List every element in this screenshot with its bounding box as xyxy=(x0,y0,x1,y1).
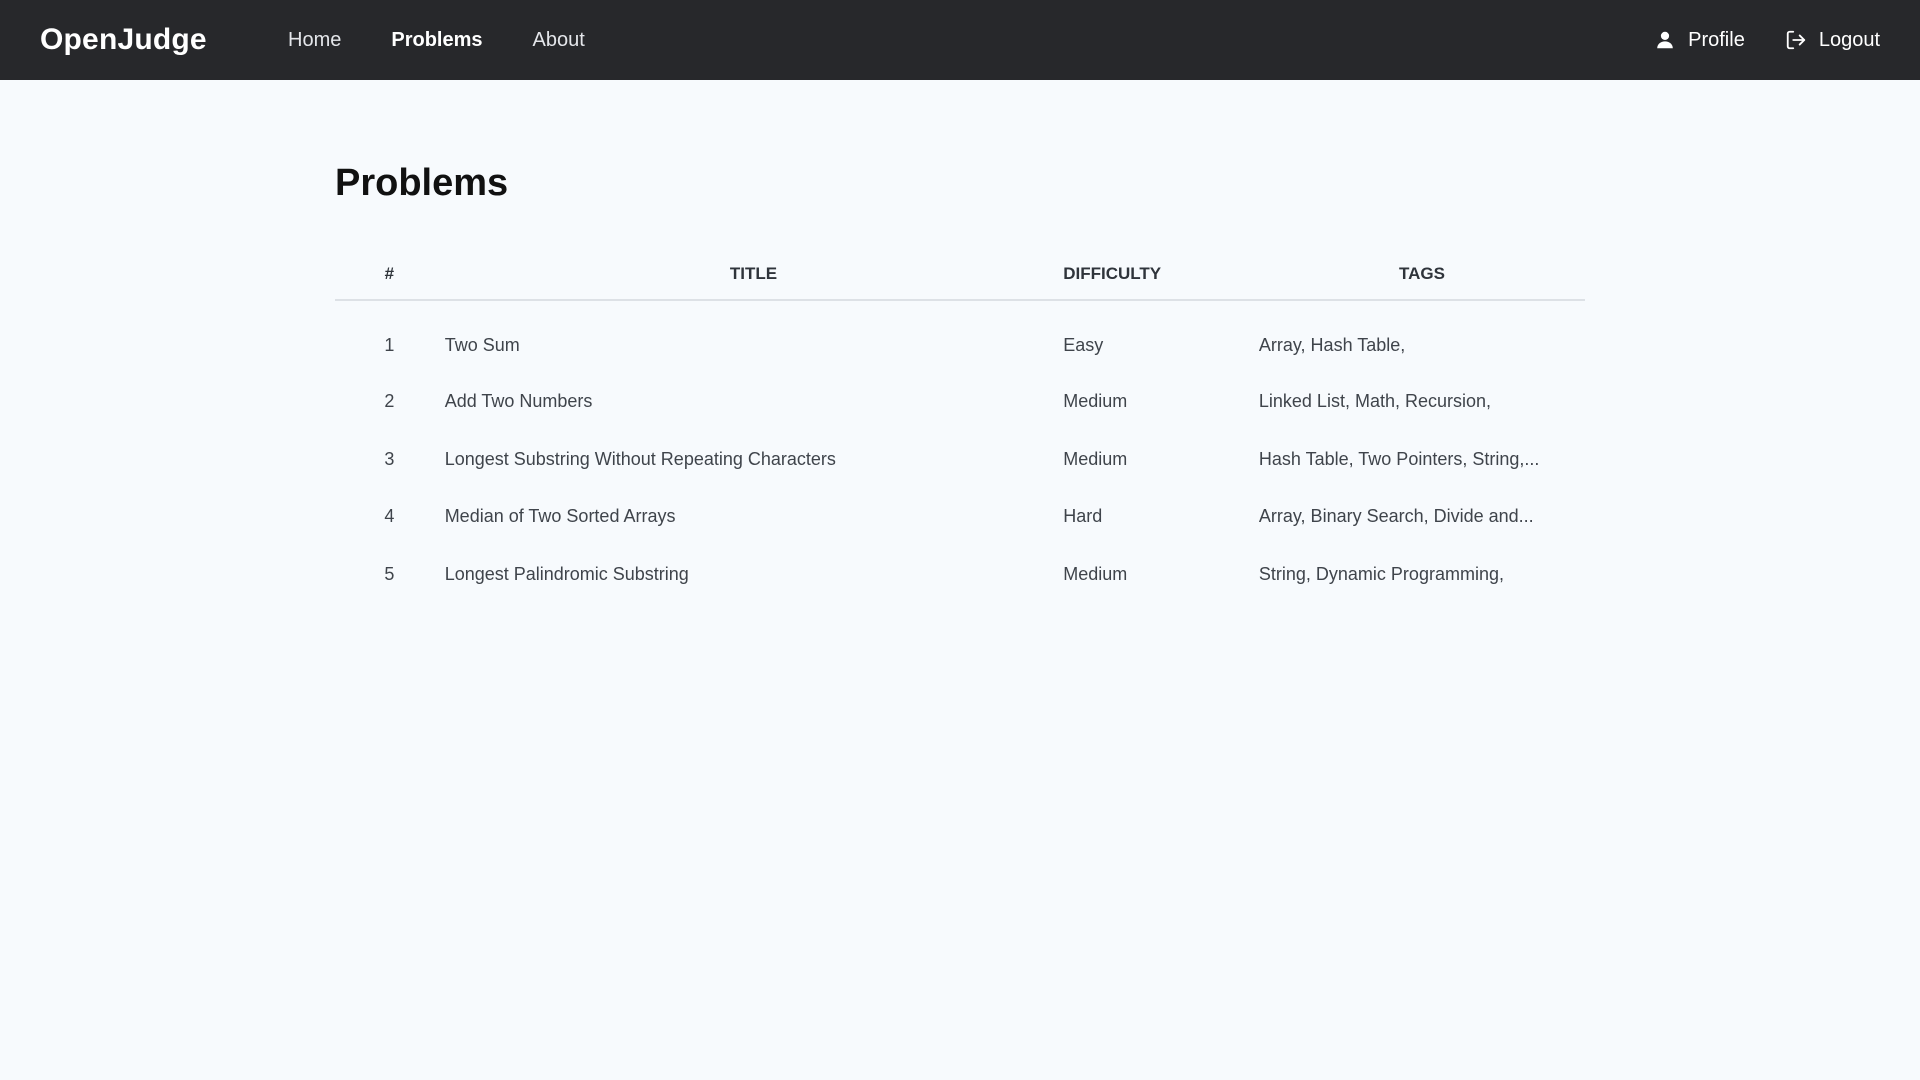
profile-button[interactable]: Profile xyxy=(1654,29,1745,52)
nav-link-home[interactable]: Home xyxy=(288,0,341,80)
problem-title[interactable]: Median of Two Sorted Arrays xyxy=(444,488,1064,546)
user-icon xyxy=(1654,29,1676,51)
table-row[interactable]: 2 Add Two Numbers Medium Linked List, Ma… xyxy=(335,373,1585,431)
problem-number: 4 xyxy=(384,506,395,527)
problem-tags: Linked List, Math, Recursion, xyxy=(1258,391,1492,412)
table-row[interactable]: 4 Median of Two Sorted Arrays Hard Array… xyxy=(335,488,1585,546)
problem-difficulty: Easy xyxy=(1063,334,1104,355)
problem-title[interactable]: Two Sum xyxy=(444,300,1064,373)
logout-button[interactable]: Logout xyxy=(1785,29,1880,52)
problems-table: # TITLE DIFFICULTY TAGS 1 Two Sum Easy A… xyxy=(335,248,1585,603)
page-title: Problems xyxy=(335,162,509,204)
nav-link-problems[interactable]: Problems xyxy=(391,0,482,80)
problem-number: 2 xyxy=(384,391,395,412)
top-navbar: OpenJudge Home Problems About Profile Lo… xyxy=(0,0,1920,80)
user-actions: Profile Logout xyxy=(1654,0,1880,80)
problem-tags: Array, Binary Search, Divide and... xyxy=(1258,506,1534,527)
problem-difficulty: Medium xyxy=(1063,391,1128,412)
problem-tags: String, Dynamic Programming, xyxy=(1258,563,1504,584)
brand-logo[interactable]: OpenJudge xyxy=(40,20,207,60)
table-row[interactable]: 3 Longest Substring Without Repeating Ch… xyxy=(335,431,1585,489)
main-content: Problems # TITLE DIFFICULTY TAGS 1 Two S… xyxy=(335,160,1585,603)
table-header-row: # TITLE DIFFICULTY TAGS xyxy=(335,248,1585,301)
problem-difficulty: Medium xyxy=(1063,563,1128,584)
problem-number: 5 xyxy=(384,563,395,584)
problem-title[interactable]: Longest Substring Without Repeating Char… xyxy=(444,431,1064,489)
problem-number: 1 xyxy=(384,334,395,355)
logout-label: Logout xyxy=(1818,28,1880,51)
table-header: # TITLE DIFFICULTY TAGS xyxy=(335,248,1585,301)
problem-tags: Hash Table, Two Pointers, String,... xyxy=(1258,448,1540,469)
problem-title[interactable]: Add Two Numbers xyxy=(444,373,1064,431)
table-row[interactable]: 1 Two Sum Easy Array, Hash Table, xyxy=(335,300,1585,373)
main-nav: Home Problems About xyxy=(288,0,635,80)
table-row[interactable]: 5 Longest Palindromic Substring Medium S… xyxy=(335,546,1585,604)
table-body: 1 Two Sum Easy Array, Hash Table, 2 Add … xyxy=(335,300,1585,603)
profile-label: Profile xyxy=(1688,28,1745,51)
problem-tags: Array, Hash Table, xyxy=(1258,334,1406,355)
problem-difficulty: Medium xyxy=(1063,448,1128,469)
header-number[interactable]: # xyxy=(335,248,444,301)
logout-icon xyxy=(1785,29,1807,51)
header-tags[interactable]: TAGS xyxy=(1258,248,1585,301)
nav-link-about[interactable]: About xyxy=(533,0,585,80)
problem-difficulty: Hard xyxy=(1063,506,1103,527)
header-title[interactable]: TITLE xyxy=(443,248,1064,301)
problem-number: 3 xyxy=(384,448,395,469)
header-difficulty[interactable]: DIFFICULTY xyxy=(1063,248,1259,301)
problem-title[interactable]: Longest Palindromic Substring xyxy=(444,546,1064,604)
